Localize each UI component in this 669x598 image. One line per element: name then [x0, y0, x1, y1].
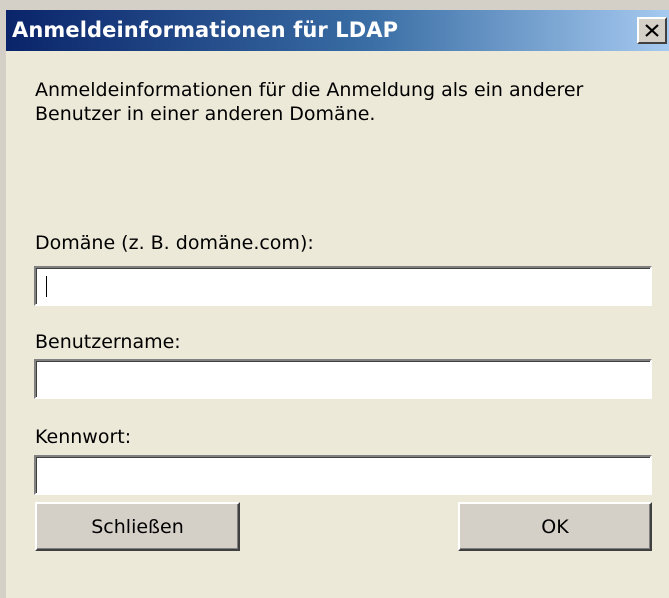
username-label: Benutzername:: [35, 331, 181, 353]
title-close-button[interactable]: [637, 17, 667, 44]
close-icon: [645, 24, 659, 37]
username-input[interactable]: [34, 359, 652, 399]
domain-input[interactable]: [34, 266, 652, 306]
dialog-description: Anmeldeinformationen für die Anmeldung a…: [35, 79, 584, 125]
title-bar[interactable]: Anmeldeinformationen für LDAP: [6, 10, 669, 51]
password-label: Kennwort:: [35, 426, 132, 448]
ldap-credentials-dialog: Anmeldeinformationen für LDAP Anmeldeinf…: [0, 0, 669, 598]
window-frame-top: [0, 0, 669, 10]
close-button[interactable]: Schließen: [35, 502, 240, 551]
window-title: Anmeldeinformationen für LDAP: [12, 18, 399, 42]
password-input[interactable]: [34, 455, 652, 495]
domain-label: Domäne (z. B. domäne.com):: [35, 232, 314, 254]
text-caret: [46, 276, 47, 297]
ok-button[interactable]: OK: [458, 502, 652, 551]
